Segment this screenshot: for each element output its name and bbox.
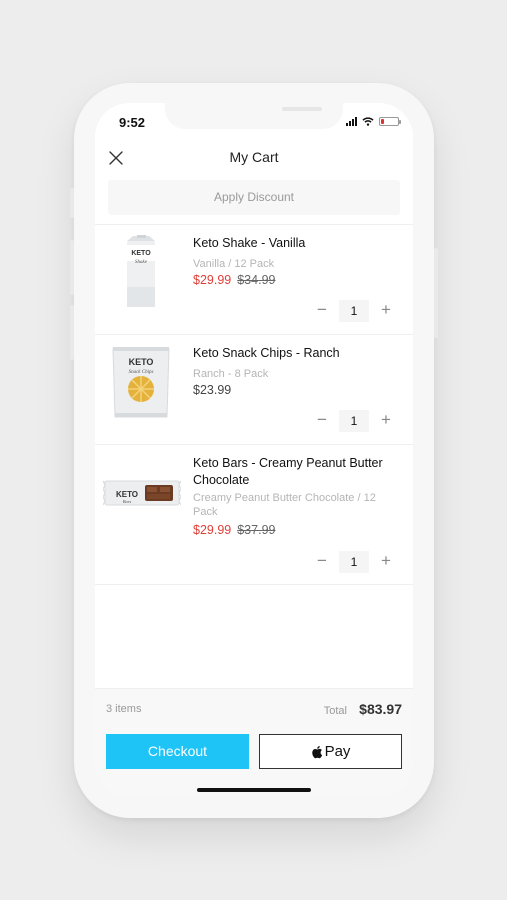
keto-logo: KETO (131, 250, 151, 257)
original-price: $34.99 (237, 273, 276, 287)
item-variant: Creamy Peanut Butter Chocolate / 12 Pack (193, 492, 376, 518)
cart-item: KETO Snack Chips Keto Snack Chips - Ranc… (95, 334, 413, 444)
page-title: My Cart (229, 149, 279, 165)
cart-item: KETO Shake Keto Shake - Vanilla Vanilla … (95, 224, 413, 334)
phone-side-button (70, 240, 74, 295)
shake-label: Shake (135, 260, 148, 265)
status-icons (346, 117, 401, 126)
apply-discount-button[interactable]: Apply Discount (108, 180, 400, 215)
increase-quantity-button[interactable]: + (375, 410, 397, 432)
header: My Cart (95, 143, 413, 173)
increase-quantity-button[interactable]: + (375, 551, 397, 573)
apple-pay-label: Pay (324, 743, 351, 760)
total-value: $83.97 (359, 701, 402, 717)
quantity-stepper: − 1 + (311, 300, 397, 322)
item-price: $29.99 $34.99 (193, 273, 275, 287)
apple-pay-button[interactable]: Pay (259, 734, 402, 769)
chips-label: Snack Chips (129, 370, 154, 375)
bars-label: Bars (123, 499, 132, 504)
cart-footer: 3 items Total $83.97 Checkout Pay (95, 688, 413, 797)
cart-item: KETO Bars Keto Bars - Creamy Peanut Butt… (95, 444, 413, 585)
keto-bar-image: KETO Bars (103, 480, 181, 506)
quantity-value: 1 (339, 551, 369, 573)
quantity-stepper: − 1 + (311, 551, 397, 573)
status-time: 9:52 (119, 115, 146, 130)
phone-side-button (70, 305, 74, 360)
wifi-icon (362, 117, 374, 126)
item-price: $29.99 $37.99 (193, 523, 275, 537)
quantity-value: 1 (339, 300, 369, 322)
battery-icon (379, 117, 401, 126)
keto-logo: KETO (116, 490, 138, 499)
item-count: 3 items (106, 703, 142, 715)
decrease-quantity-button[interactable]: − (311, 300, 333, 322)
phone-screen: 9:52 My Cart Apply Discount KETO Shake K… (95, 103, 413, 797)
speaker (282, 107, 322, 111)
cart-item-list: KETO Shake Keto Shake - Vanilla Vanilla … (95, 224, 413, 585)
keto-shake-image: KETO Shake (127, 235, 155, 307)
home-indicator (197, 788, 311, 792)
decrease-quantity-button[interactable]: − (311, 410, 333, 432)
price: $23.99 (193, 383, 232, 397)
item-price: $23.99 (193, 383, 231, 397)
quantity-stepper: − 1 + (311, 410, 397, 432)
battery-level (381, 119, 384, 124)
item-variant: Ranch - 8 Pack (193, 368, 269, 380)
original-price: $37.99 (237, 523, 276, 537)
item-variant: Vanilla / 12 Pack (193, 258, 275, 270)
notch (165, 103, 343, 129)
phone-side-button (70, 188, 74, 218)
keto-logo: KETO (129, 357, 154, 367)
sale-price: $29.99 (193, 523, 232, 537)
total-label: Total (323, 705, 347, 717)
decrease-quantity-button[interactable]: − (311, 551, 333, 573)
increase-quantity-button[interactable]: + (375, 300, 397, 322)
phone-side-button (434, 248, 438, 338)
keto-chips-image: KETO Snack Chips (112, 347, 170, 418)
apple-icon (311, 745, 322, 758)
item-name: Keto Snack Chips - Ranch (193, 346, 340, 360)
sale-price: $29.99 (193, 273, 232, 287)
item-name: Keto Shake - Vanilla (193, 236, 306, 250)
item-name: Keto Bars - Creamy Peanut Butter Chocola… (193, 456, 383, 487)
quantity-value: 1 (339, 410, 369, 432)
signal-icon (346, 117, 357, 126)
checkout-button[interactable]: Checkout (106, 734, 249, 769)
